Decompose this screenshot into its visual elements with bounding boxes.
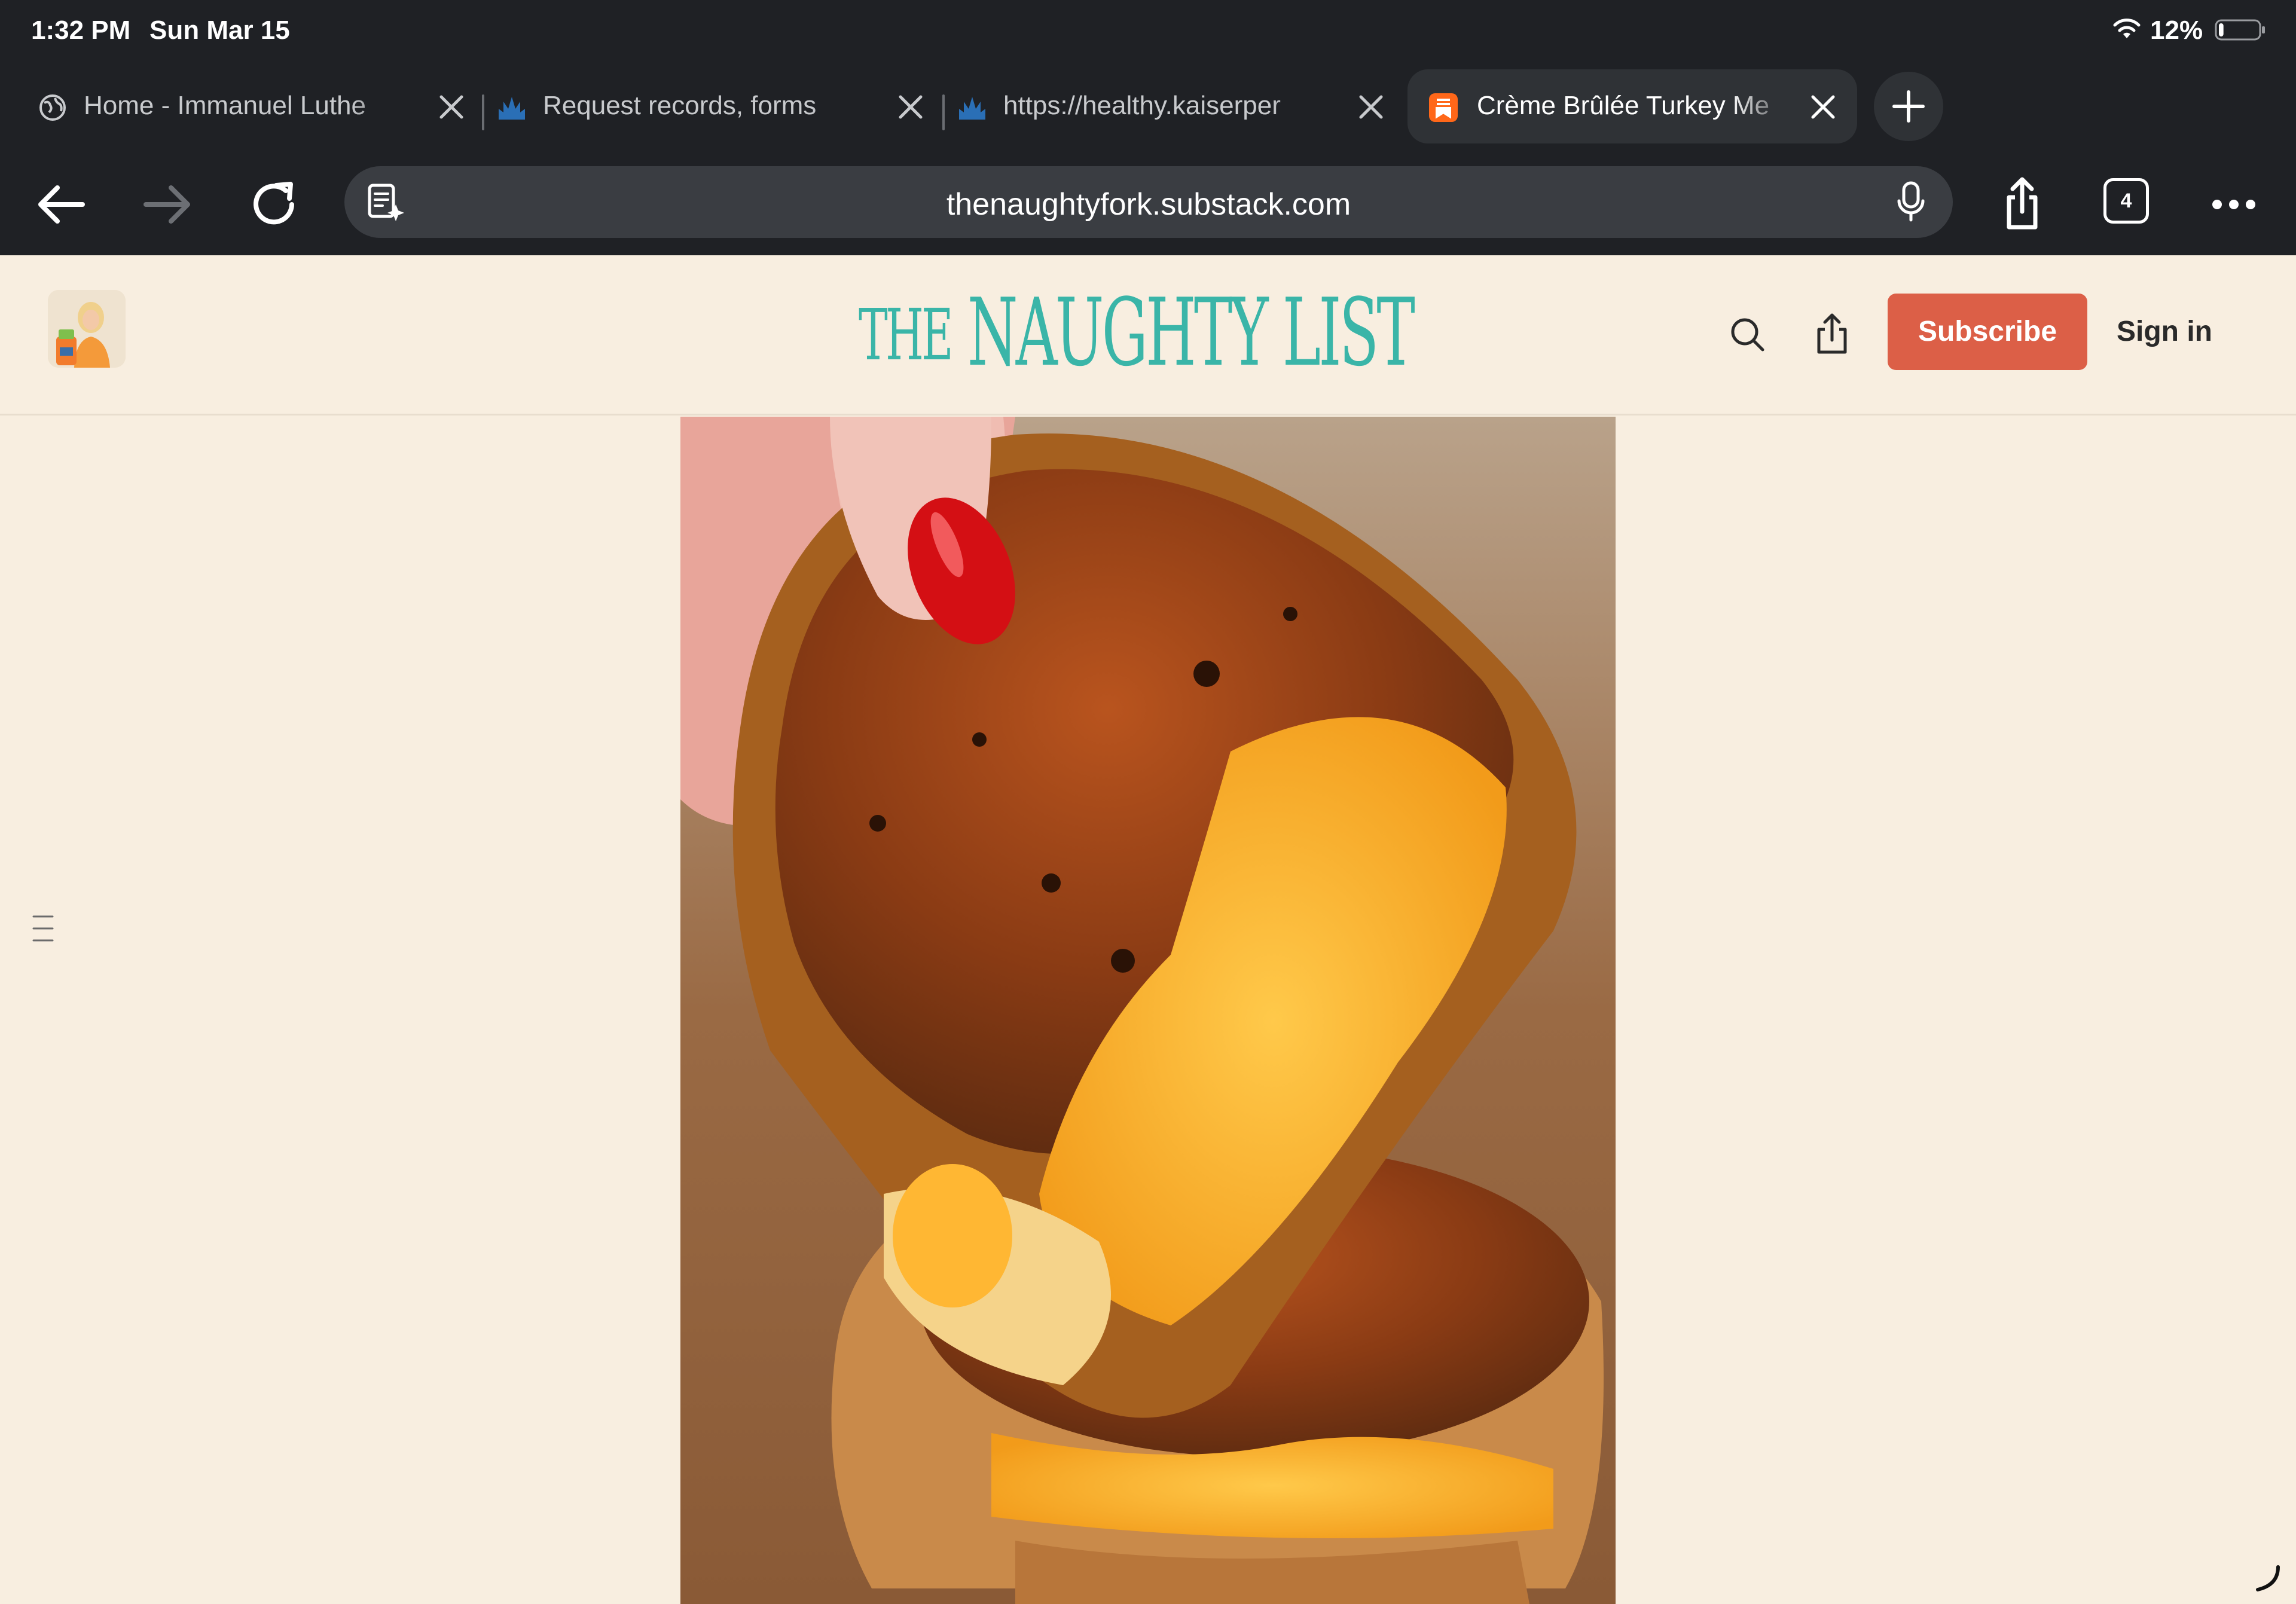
share-button[interactable] [1992, 175, 2052, 234]
grilled-cheese-photo [680, 417, 1616, 1604]
more-options-button[interactable] [2204, 175, 2264, 234]
publication-avatar[interactable] [48, 290, 126, 368]
status-time: 1:32 PM [31, 16, 131, 45]
url-text[interactable]: thenaughtyfork.substack.com [344, 187, 1953, 222]
logo-the: THE [859, 294, 954, 376]
globe-icon [39, 94, 66, 121]
tab-home-immanuel[interactable]: Home - Immanuel Luthe [12, 69, 484, 143]
share-icon [2007, 177, 2038, 230]
search-icon[interactable] [1728, 315, 1766, 353]
subscribe-button[interactable]: Subscribe [1888, 294, 2087, 370]
hero-image [680, 417, 1616, 1604]
address-bar[interactable]: thenaughtyfork.substack.com [344, 166, 1953, 238]
close-icon[interactable] [1357, 93, 1385, 121]
logo-title: NAUGHTY LIST [967, 278, 1415, 387]
browser-toolbar: thenaughtyfork.substack.com 4 [0, 153, 2296, 255]
ellipsis-icon [2212, 200, 2255, 209]
tab-healthy-kaiser[interactable]: https://healthy.kaiserper [932, 69, 1404, 143]
tab-request-records[interactable]: Request records, forms [471, 69, 944, 143]
tab-title: Crème Brûlée Turkey Me [1477, 91, 1770, 120]
table-of-contents-icon[interactable] [30, 913, 56, 944]
kaiser-logo-icon [959, 97, 985, 120]
arrow-right-icon [144, 185, 190, 224]
tab-creme-brulee[interactable]: Crème Brûlée Turkey Me [1407, 69, 1857, 143]
site-header: THE NAUGHTY LIST Subscribe Sign in [0, 255, 2296, 415]
back-button[interactable] [31, 175, 91, 234]
tab-strip: Home - Immanuel Luthe Request records, f… [0, 66, 2296, 147]
plus-icon [1892, 90, 1925, 123]
microphone-icon[interactable] [1893, 181, 1929, 224]
close-icon[interactable] [1809, 93, 1837, 121]
close-icon[interactable] [438, 93, 465, 121]
kaiser-logo-icon [499, 97, 525, 120]
avatar-photo [48, 290, 126, 368]
close-icon[interactable] [897, 93, 924, 121]
battery-icon [2215, 19, 2265, 41]
tab-count-button[interactable]: 4 [2103, 178, 2149, 224]
browser-chrome: 1:32 PM Sun Mar 15 12% Home - Immanuel L… [0, 0, 2296, 255]
tab-title: https://healthy.kaiserper [1003, 91, 1281, 120]
sign-in-link[interactable]: Sign in [2117, 294, 2254, 370]
web-page: THE NAUGHTY LIST Subscribe Sign in [0, 255, 2296, 1604]
substack-icon [1429, 93, 1458, 122]
tab-title: Request records, forms [543, 91, 817, 120]
tab-title: Home - Immanuel Luthe [84, 91, 366, 120]
share-icon[interactable] [1813, 311, 1851, 355]
scroll-indicator-icon [2256, 1565, 2280, 1591]
status-bar: 1:32 PM Sun Mar 15 12% [0, 0, 2296, 62]
reload-icon [254, 182, 294, 225]
forward-button[interactable] [138, 175, 197, 234]
new-tab-button[interactable] [1874, 72, 1943, 141]
reload-button[interactable] [244, 175, 304, 234]
site-logo[interactable]: THE NAUGHTY LIST [859, 286, 1415, 379]
status-date: Sun Mar 15 [149, 16, 290, 45]
arrow-left-icon [38, 185, 85, 224]
battery-percent: 12% [2150, 16, 2203, 45]
wifi-icon [2113, 19, 2141, 38]
